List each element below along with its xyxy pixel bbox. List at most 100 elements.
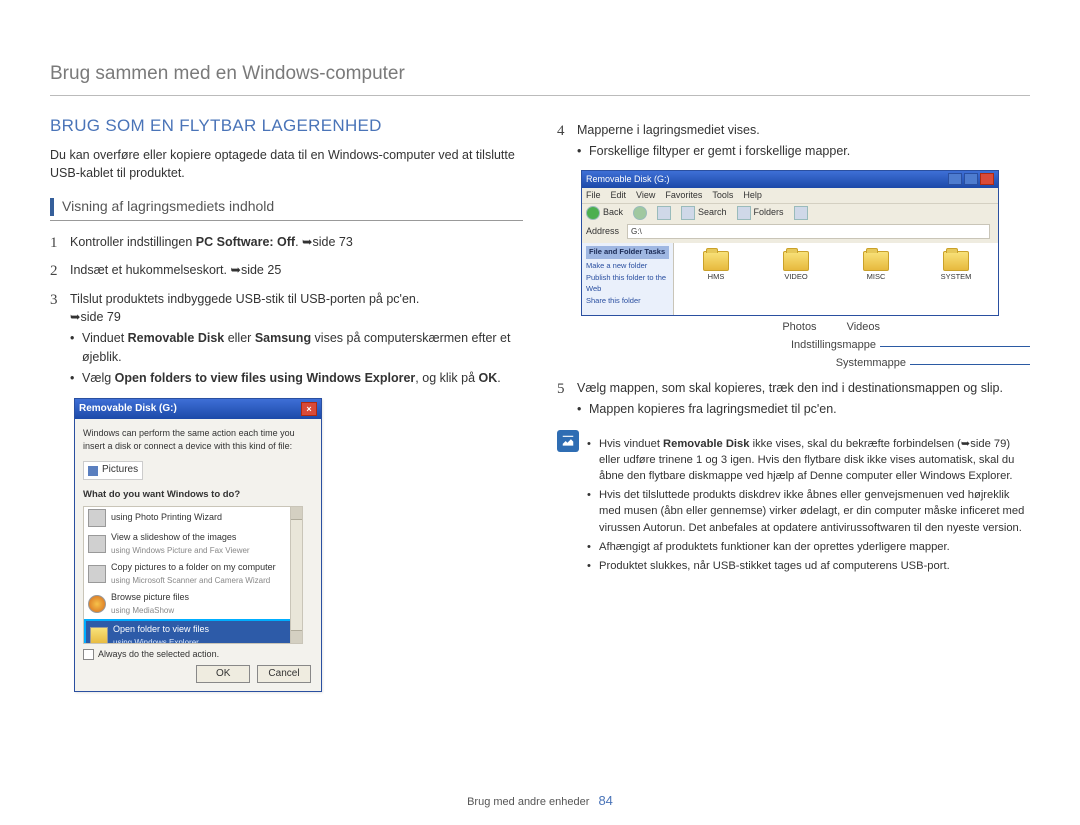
window-title: Removable Disk (G:) [586, 173, 670, 186]
menu-edit[interactable]: Edit [611, 189, 627, 202]
slideshow-icon [88, 535, 106, 553]
option-subtext: using Windows Explorer [113, 638, 199, 644]
bold: Samsung [255, 331, 311, 345]
folder-label: MISC [846, 272, 906, 283]
wizard-icon [88, 509, 106, 527]
cancel-button[interactable]: Cancel [257, 665, 311, 684]
menu-file[interactable]: File [586, 189, 601, 202]
text: Kontroller indstillingen [70, 235, 196, 249]
folder-hms[interactable]: HMS [686, 251, 746, 283]
list-item[interactable]: Browse picture filesusing MediaShow [84, 589, 302, 619]
ok-button[interactable]: OK [196, 665, 250, 684]
menu-view[interactable]: View [636, 189, 655, 202]
content-type-chip: Pictures [83, 461, 143, 480]
step-body: Mapperne i lagringsmediet vises. Forskel… [577, 121, 1030, 163]
step-4: 4 Mapperne i lagringsmediet vises. Forsk… [557, 121, 1030, 163]
callout-photos: Photos [782, 320, 816, 336]
page-ref: ➥side 73 [302, 235, 353, 249]
maximize-icon[interactable] [964, 173, 978, 185]
sidebar-link[interactable]: Share this folder [586, 296, 669, 307]
note: Hvis vinduet Removable Disk ikke vises, … [587, 436, 1030, 485]
folder-pane[interactable]: HMS VIDEO MISC SYSTEM [674, 243, 998, 315]
option-subtext: using Windows Picture and Fax Viewer [111, 546, 250, 555]
step-body: Kontroller indstillingen PC Software: Of… [70, 233, 523, 255]
minimize-icon[interactable] [948, 173, 962, 185]
dialog-titlebar: Removable Disk (G:) × [75, 399, 321, 420]
section-title: BRUG SOM EN FLYTBAR LAGERENHED [50, 114, 523, 139]
views-icon[interactable] [794, 206, 808, 220]
folder-icon [783, 251, 809, 271]
step-1: 1 Kontroller indstillingen PC Software: … [50, 233, 523, 255]
chip-label: Pictures [102, 463, 138, 478]
text: Vinduet [82, 331, 128, 345]
dialog-buttons: OK Cancel [83, 661, 315, 686]
content-columns: BRUG SOM EN FLYTBAR LAGERENHED Du kan ov… [50, 114, 1030, 693]
always-do-row[interactable]: Always do the selected action. [83, 648, 315, 661]
page-ref: ➥side 79 [70, 310, 121, 324]
list-item[interactable]: Copy pictures to a folder on my computer… [84, 559, 302, 589]
folders-button[interactable]: Folders [737, 206, 784, 220]
back-button[interactable]: Back [586, 206, 623, 220]
step-5-bullets: Mappen kopieres fra lagringsmediet til p… [577, 400, 1030, 418]
folder-label: HMS [686, 272, 746, 283]
subsection-title: Visning af lagringsmediets indhold [62, 196, 274, 216]
list-item-selected[interactable]: Open folder to view filesusing Windows E… [84, 619, 302, 644]
list-item[interactable]: View a slideshow of the imagesusing Wind… [84, 529, 302, 559]
window-controls[interactable] [948, 173, 994, 186]
folder-callouts: PhotosVideos Indstillingsmappe Systemmap… [581, 320, 1030, 372]
bold: PC Software: Off [196, 235, 295, 249]
folder-video[interactable]: VIDEO [766, 251, 826, 283]
list-item[interactable]: using Photo Printing Wizard [84, 507, 302, 529]
scrollbar[interactable] [290, 507, 302, 643]
sidebar-heading: File and Folder Tasks [586, 246, 669, 259]
dialog-prompt: What do you want Windows to do? [83, 488, 315, 502]
address-bar[interactable]: G:\ [627, 224, 990, 240]
bullet: Vinduet Removable Disk eller Samsung vis… [70, 329, 523, 365]
folder-system[interactable]: SYSTEM [926, 251, 986, 283]
browse-icon [88, 595, 106, 613]
folder-icon [943, 251, 969, 271]
menu-tools[interactable]: Tools [712, 189, 733, 202]
up-icon[interactable] [657, 206, 671, 220]
search-button[interactable]: Search [681, 206, 727, 220]
dialog-description: Windows can perform the same action each… [83, 427, 315, 453]
close-icon[interactable] [980, 173, 994, 185]
bold: Removable Disk [128, 331, 225, 345]
step-body: Vælg mappen, som skal kopieres, træk den… [577, 379, 1030, 421]
bullet: Forskellige filtyper er gemt i forskelli… [577, 142, 1030, 160]
menu-favorites[interactable]: Favorites [665, 189, 702, 202]
folder-label: VIDEO [766, 272, 826, 283]
text: . [295, 235, 302, 249]
step-5: 5 Vælg mappen, som skal kopieres, træk d… [557, 379, 1030, 421]
text: eller [224, 331, 255, 345]
close-icon[interactable]: × [301, 402, 317, 416]
checkbox[interactable] [83, 649, 94, 660]
sidebar-link[interactable]: Make a new folder [586, 261, 669, 272]
text: Tilslut produktets indbyggede USB-stik t… [70, 292, 419, 306]
page-footer: Brug med andre enheder 84 [0, 792, 1080, 811]
menu-bar[interactable]: File Edit View Favorites Tools Help [582, 188, 998, 203]
address-bar-row: Address G:\ [582, 222, 998, 244]
subsection-header: Visning af lagringsmediets indhold [50, 196, 523, 220]
folder-misc[interactable]: MISC [846, 251, 906, 283]
step-4-bullets: Forskellige filtyper er gemt i forskelli… [577, 142, 1030, 160]
page-title: Brug sammen med en Windows-computer [50, 60, 1030, 96]
dialog-title: Removable Disk (G:) [79, 402, 177, 417]
page-number: 84 [598, 793, 612, 808]
action-listbox[interactable]: using Photo Printing Wizard View a slide… [83, 506, 303, 644]
sidebar-link[interactable]: Publish this folder to the Web [586, 273, 669, 295]
option-subtext: using MediaShow [111, 606, 174, 615]
text: , og klik på [415, 371, 478, 385]
text: Hvis vinduet [599, 438, 663, 450]
text: Vælg mappen, som skal kopieres, træk den… [577, 379, 1030, 397]
text: Mapperne i lagringsmediet vises. [577, 121, 1030, 139]
folders-icon [737, 206, 751, 220]
autoplay-dialog: Removable Disk (G:) × Windows can perfor… [74, 398, 322, 692]
label: Search [698, 206, 727, 219]
menu-help[interactable]: Help [743, 189, 762, 202]
explorer-titlebar: Removable Disk (G:) [582, 171, 998, 188]
bullet: Mappen kopieres fra lagringsmediet til p… [577, 400, 1030, 418]
page-ref: ➥side 25 [230, 263, 281, 277]
toolbar[interactable]: Back Search Folders [582, 203, 998, 222]
forward-icon[interactable] [633, 206, 647, 220]
